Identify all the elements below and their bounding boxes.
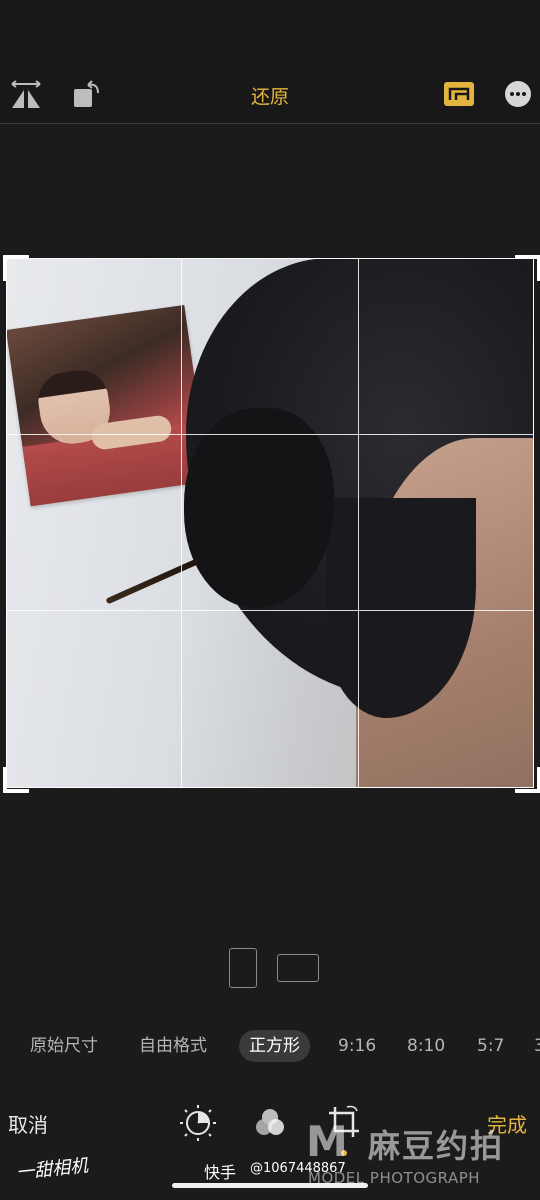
crop-handle-top-right[interactable]: [515, 255, 540, 281]
aspect-ratio-icon[interactable]: [440, 78, 478, 110]
home-indicator[interactable]: [172, 1183, 368, 1188]
adjust-icon[interactable]: [178, 1103, 218, 1143]
ratio-original[interactable]: 原始尺寸: [30, 1030, 98, 1062]
reset-button[interactable]: 还原: [230, 82, 310, 109]
brand-name-cn: 麻豆约拍: [368, 1127, 505, 1165]
ratio-8-10[interactable]: 8:10: [407, 1030, 445, 1062]
more-icon[interactable]: [500, 76, 536, 112]
portrait-orientation-icon[interactable]: [229, 948, 257, 988]
rotate-icon[interactable]: [64, 74, 108, 114]
filter-icon[interactable]: [250, 1103, 290, 1143]
watermark-kuaishou: 快手: [204, 1163, 237, 1182]
crop-handle-bottom-right[interactable]: [515, 767, 540, 793]
crop-handle-top-left[interactable]: [3, 255, 29, 281]
top-toolbar: 还原: [0, 0, 540, 124]
ratio-9-16[interactable]: 9:16: [338, 1030, 376, 1062]
crop-frame[interactable]: [6, 258, 534, 788]
aspect-ratio-list: 原始尺寸 自由格式 正方形 9:16 8:10 5:7 3: [0, 1030, 540, 1064]
watermark-app: 一甜相机: [15, 1155, 90, 1184]
ratio-5-7[interactable]: 5:7: [477, 1030, 504, 1062]
flip-horizontal-icon[interactable]: [4, 74, 48, 114]
ratio-3[interactable]: 3: [534, 1030, 540, 1062]
ratio-freeform[interactable]: 自由格式: [139, 1030, 207, 1062]
cancel-button[interactable]: 取消: [8, 1109, 48, 1138]
landscape-orientation-icon[interactable]: [277, 954, 319, 982]
brand-logo: M: [306, 1117, 348, 1166]
crop-handle-bottom-left[interactable]: [3, 767, 29, 793]
ratio-square[interactable]: 正方形: [239, 1030, 310, 1062]
bottom-toolbar: 取消 完成 一甜相机 快手 @1067448867 M 麻豆约拍 MODEL P…: [0, 1095, 540, 1200]
